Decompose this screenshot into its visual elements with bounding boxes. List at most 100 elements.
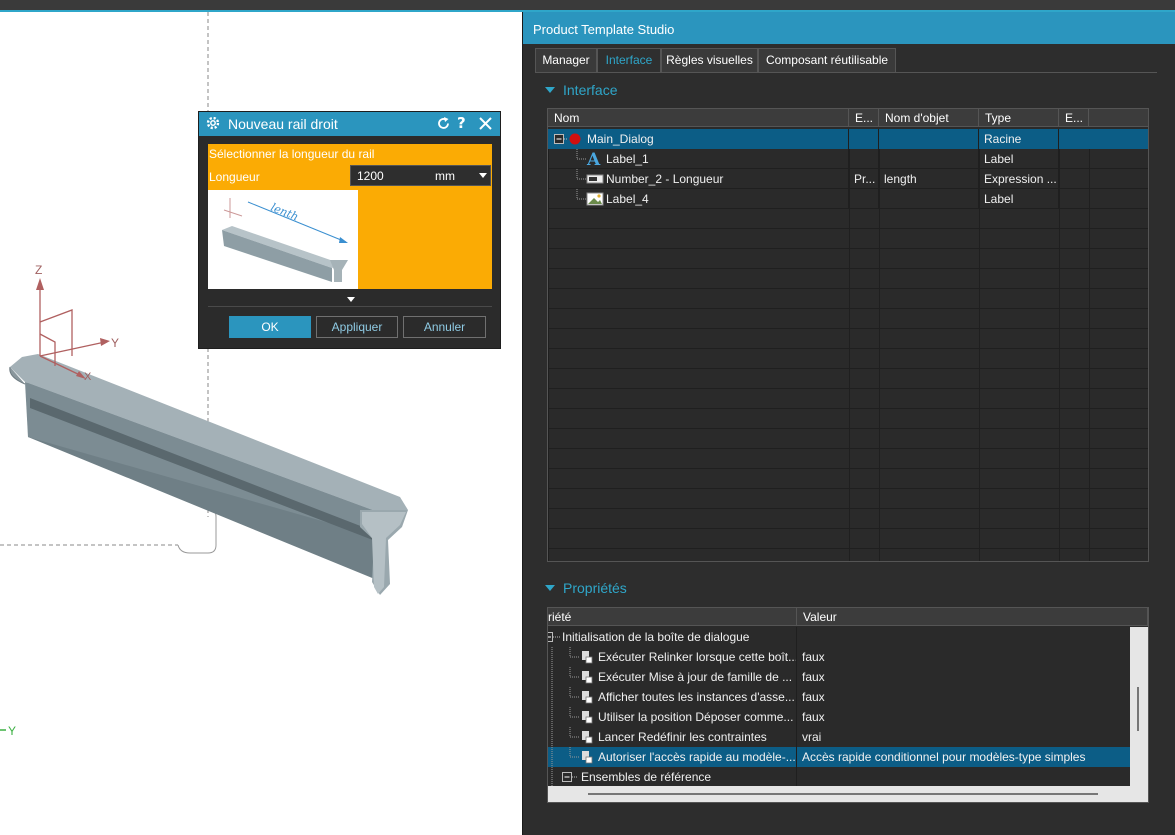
dialog-title: Nouveau rail droit: [228, 116, 338, 132]
column-header-name[interactable]: Nom: [548, 109, 849, 127]
vertical-scrollbar[interactable]: [1130, 627, 1148, 787]
tab-visual-rules[interactable]: Règles visuelles: [661, 48, 758, 73]
axis-z-label: Z: [35, 263, 42, 277]
row-type: Racine: [979, 129, 1059, 149]
unit-select[interactable]: mm: [435, 169, 455, 183]
collapse-triangle-icon[interactable]: [545, 87, 555, 93]
property-group-row[interactable]: Ensembles de référence: [548, 767, 1148, 787]
property-icon: [551, 747, 593, 767]
grid-row-line: [548, 309, 1148, 329]
grid-row-line: [548, 289, 1148, 309]
row-name: Label_1: [606, 152, 649, 166]
dialog-title-bar[interactable]: Nouveau rail droit ?: [199, 112, 500, 136]
reset-icon[interactable]: [436, 116, 451, 131]
expand-arrow-icon[interactable]: [347, 297, 355, 302]
top-toolbar-strip: [0, 0, 1175, 10]
property-icon: [551, 647, 593, 667]
dialog-separator: [208, 306, 492, 307]
property-row[interactable]: Exécuter Relinker lorsque cette boît... f…: [548, 647, 1131, 667]
gear-icon: [206, 116, 220, 130]
grid-row-line: [548, 349, 1148, 369]
grid-row-line: [548, 249, 1148, 269]
tab-reusable-component[interactable]: Composant réutilisable: [758, 48, 896, 73]
interface-tree-table[interactable]: Nom E... Nom d'objet Type E... Main_Dial…: [547, 108, 1149, 562]
row-name: Label_4: [606, 192, 649, 206]
row-e: [849, 189, 879, 209]
grid-row-line: [548, 369, 1148, 389]
row-object: length: [879, 169, 979, 189]
grid-row-line: [548, 469, 1148, 489]
row-e: Pr...: [849, 169, 879, 189]
column-header-property[interactable]: riété: [548, 608, 797, 626]
apply-button[interactable]: Appliquer: [316, 316, 398, 338]
dialog-prompt: Sélectionner la longueur du rail: [209, 147, 375, 161]
property-value[interactable]: faux: [797, 707, 1131, 727]
table-row[interactable]: A Label_1 Label: [548, 149, 1148, 169]
property-group-row[interactable]: Initialisation de la boîte de dialogue: [548, 627, 1148, 647]
collapse-triangle-icon[interactable]: [545, 585, 555, 591]
property-icon: [551, 707, 593, 727]
grid-row-line: [548, 549, 1148, 561]
property-row[interactable]: Afficher toutes les instances d'asse... f…: [548, 687, 1131, 707]
tab-interface[interactable]: Interface: [597, 48, 661, 73]
properties-section-header[interactable]: Propriétés: [545, 580, 627, 600]
scrollbar-thumb[interactable]: [588, 793, 1098, 795]
help-icon[interactable]: ?: [457, 115, 466, 132]
tree-expander-icon[interactable]: [548, 767, 580, 787]
property-row[interactable]: Lancer Redéfinir les contraintes vrai: [548, 727, 1131, 747]
property-value[interactable]: faux: [797, 667, 1131, 687]
column-header-e1[interactable]: E...: [849, 109, 879, 127]
tab-manager[interactable]: Manager: [535, 48, 597, 73]
property-icon: [551, 687, 593, 707]
column-header-value[interactable]: Valeur: [797, 608, 1148, 626]
properties-table[interactable]: riété Valeur Initialisation de la boîte …: [547, 607, 1149, 803]
close-icon[interactable]: [479, 117, 492, 130]
property-name: Lancer Redéfinir les contraintes: [598, 730, 767, 744]
grid-row-line: [548, 489, 1148, 509]
properties-section-title: Propriétés: [563, 580, 627, 596]
ok-button[interactable]: OK: [229, 316, 311, 338]
property-row[interactable]: Utiliser la position Déposer comme... fau…: [548, 707, 1131, 727]
column-header-object-name[interactable]: Nom d'objet: [879, 109, 979, 127]
table-row[interactable]: Label_4 Label: [548, 189, 1148, 209]
table-row[interactable]: Number_2 - Longueur Pr... length Express…: [548, 169, 1148, 189]
column-header-type[interactable]: Type: [979, 109, 1059, 127]
length-value[interactable]: 1200: [357, 169, 384, 183]
property-name: Exécuter Mise à jour de famille de ...: [598, 670, 793, 684]
property-group-value: [797, 627, 1131, 647]
cancel-button[interactable]: Annuler: [403, 316, 486, 338]
row-type: Label: [979, 149, 1059, 169]
column-header-e2[interactable]: E...: [1059, 109, 1089, 127]
tree-expander-icon[interactable]: [548, 627, 562, 647]
rail-preview-image: lenth: [208, 190, 358, 289]
interface-section-header[interactable]: Interface: [545, 82, 617, 102]
property-name: Afficher toutes les instances d'asse...: [598, 690, 795, 704]
new-rail-dialog[interactable]: Nouveau rail droit ? Sélectionner la lon…: [198, 111, 501, 349]
property-row[interactable]: Autoriser l'accès rapide au modèle-... Ac…: [548, 747, 1131, 767]
table-row[interactable]: Main_Dialog Racine: [548, 129, 1148, 149]
dashed-guide-corner: [177, 507, 217, 554]
property-value[interactable]: Accès rapide conditionnel pour modèles-t…: [797, 747, 1131, 767]
property-group-value: [797, 767, 1131, 787]
row-name: Main_Dialog: [587, 132, 654, 146]
row-object: [879, 189, 979, 209]
scrollbar-thumb[interactable]: [1137, 687, 1139, 731]
chevron-down-icon[interactable]: [479, 173, 487, 178]
property-value[interactable]: vrai: [797, 727, 1131, 747]
property-value[interactable]: faux: [797, 687, 1131, 707]
grid-row-line: [548, 329, 1148, 349]
svg-text:A: A: [586, 150, 601, 169]
property-icon: [551, 667, 593, 687]
property-name: Autoriser l'accès rapide au modèle-...: [598, 750, 796, 764]
view-triad-y-label: Y: [8, 724, 16, 738]
length-input[interactable]: 1200 mm: [350, 165, 491, 186]
tree-expander-icon[interactable]: [554, 129, 590, 149]
property-value[interactable]: faux: [797, 647, 1131, 667]
grid-row-line: [548, 529, 1148, 549]
row-type: Expression ...: [979, 169, 1059, 189]
property-icon: [551, 727, 593, 747]
row-object: [879, 129, 979, 149]
property-row[interactable]: Exécuter Mise à jour de famille de ... fa…: [548, 667, 1131, 687]
interface-table-header: Nom E... Nom d'objet Type E...: [548, 109, 1148, 127]
horizontal-scrollbar[interactable]: [548, 786, 1148, 802]
